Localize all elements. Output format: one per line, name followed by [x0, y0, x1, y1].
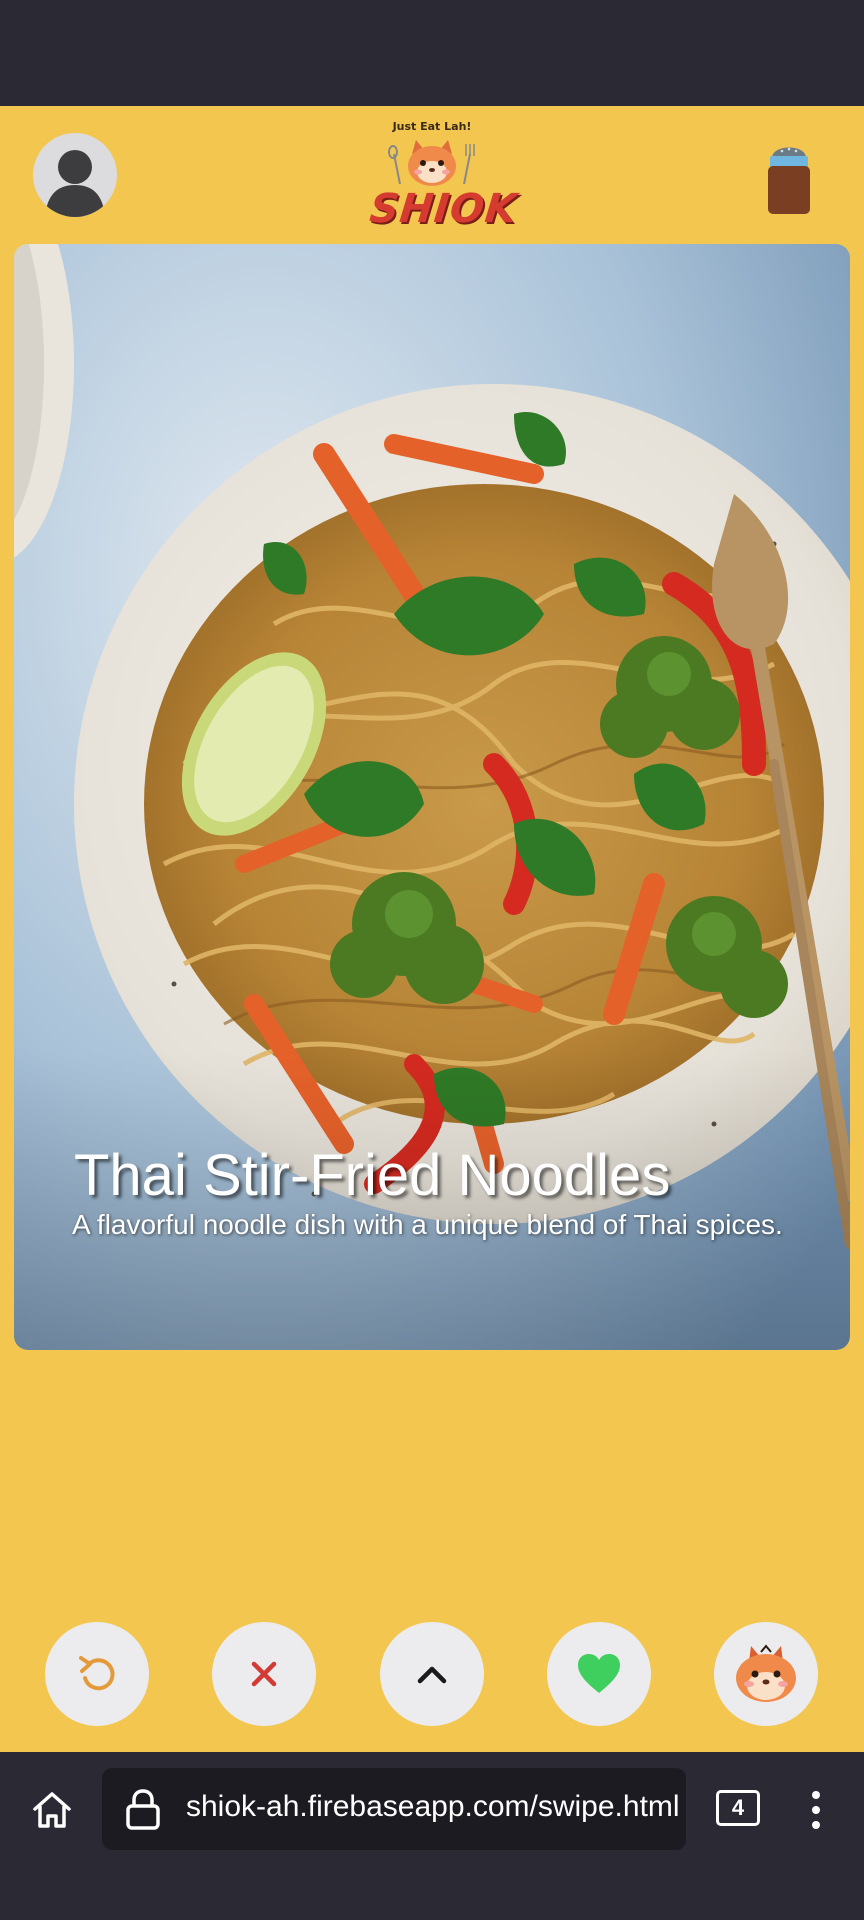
user-silhouette-icon — [45, 150, 105, 217]
logo-tagline: Just Eat Lah! — [392, 120, 472, 133]
tabs-button[interactable]: 4 — [716, 1790, 760, 1826]
dish-description: A flavorful noodle dish with a unique bl… — [72, 1209, 783, 1240]
home-icon[interactable] — [30, 1788, 74, 1832]
dish-card[interactable]: Thai Stir-Fried Noodles A flavorful nood… — [14, 244, 850, 1350]
action-bar — [0, 1622, 864, 1732]
app-header: Just Eat Lah! SHIOK — [0, 106, 864, 242]
status-bar — [0, 0, 864, 106]
more-options-icon[interactable] — [810, 1790, 822, 1830]
chevron-up-icon — [417, 1666, 447, 1684]
details-button[interactable] — [380, 1622, 484, 1726]
heart-icon — [578, 1654, 620, 1693]
shaker-button[interactable] — [762, 136, 816, 216]
squirrel-mascot-icon — [736, 1644, 796, 1702]
shiok-logo: Just Eat Lah! SHIOK — [367, 120, 520, 232]
salt-shaker-icon — [768, 147, 810, 214]
mascot-button[interactable] — [714, 1622, 818, 1726]
url-text: shiok-ah.firebaseapp.com/swipe.html — [186, 1790, 680, 1823]
dish-title: Thai Stir-Fried Noodles — [74, 1143, 671, 1208]
dislike-button[interactable] — [212, 1622, 316, 1726]
undo-button[interactable] — [45, 1622, 149, 1726]
app-screen: Just Eat Lah! SHIOK Thai Stir-Fried Nood… — [0, 106, 864, 1752]
profile-avatar-button[interactable] — [33, 133, 117, 217]
lock-icon — [126, 1789, 160, 1830]
browser-toolbar: shiok-ah.firebaseapp.com/swipe.html 4 — [0, 1752, 864, 1920]
logo-wordmark: SHIOK — [367, 186, 520, 232]
close-icon — [251, 1661, 277, 1687]
url-bar[interactable]: shiok-ah.firebaseapp.com/swipe.html — [102, 1768, 686, 1850]
like-button[interactable] — [547, 1622, 651, 1726]
undo-icon — [79, 1656, 115, 1691]
squirrel-logo-icon — [388, 140, 475, 186]
